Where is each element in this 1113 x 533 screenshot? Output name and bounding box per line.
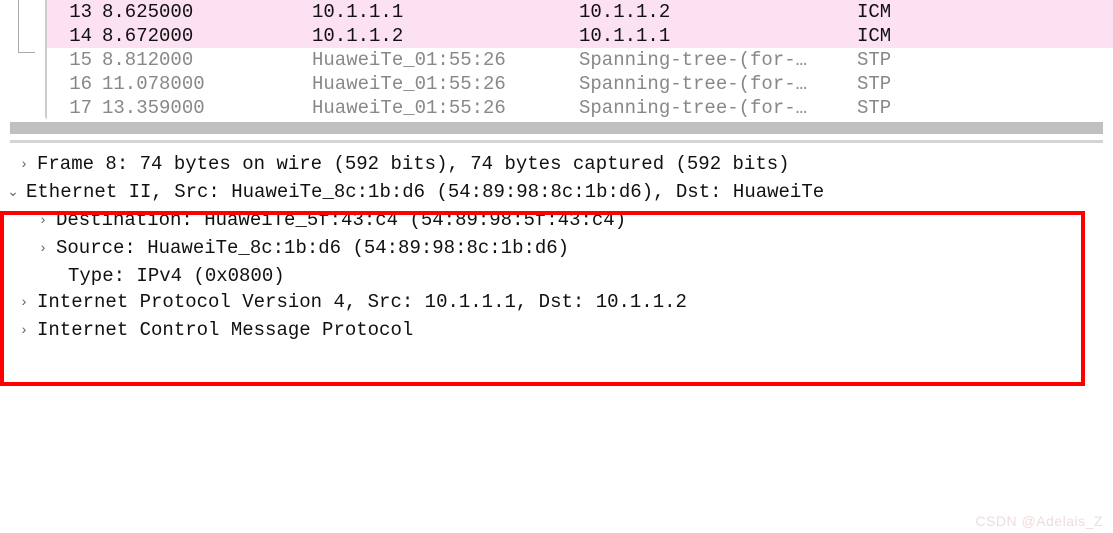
chevron-right-icon[interactable]: › [11,291,37,315]
chevron-down-icon[interactable]: ⌄ [0,181,26,205]
divider-bar-thin [10,140,1103,143]
col-time: 8.672000 [102,25,312,47]
icmp-text: Internet Control Message Protocol [37,319,1113,341]
chevron-right-icon[interactable]: › [30,237,56,261]
eth-dest-text: Destination: HuaweiTe_5f:43:c4 (54:89:98… [56,209,1113,231]
col-dest: Spanning-tree-(for-… [579,73,857,95]
col-time: 8.625000 [102,1,312,23]
packet-details-pane: › Frame 8: 74 bytes on wire (592 bits), … [0,151,1113,345]
col-time: 11.078000 [102,73,312,95]
col-proto: STP [857,73,907,95]
col-no: 15 [47,49,102,71]
chevron-right-icon[interactable]: › [30,209,56,233]
detail-eth-type[interactable]: Type: IPv4 (0x0800) [0,263,1113,289]
col-time: 13.359000 [102,97,312,119]
col-no: 14 [47,25,102,47]
col-no: 13 [47,1,102,23]
ethernet-text: Ethernet II, Src: HuaweiTe_8c:1b:d6 (54:… [26,181,1113,203]
detail-ipv4[interactable]: › Internet Protocol Version 4, Src: 10.1… [0,289,1113,317]
col-no: 16 [47,73,102,95]
col-no: 17 [47,97,102,119]
detail-eth-dest[interactable]: › Destination: HuaweiTe_5f:43:c4 (54:89:… [0,207,1113,235]
divider-section [0,122,1113,143]
detail-frame[interactable]: › Frame 8: 74 bytes on wire (592 bits), … [0,151,1113,179]
frame-text: Frame 8: 74 bytes on wire (592 bits), 74… [37,153,1113,175]
ipv4-text: Internet Protocol Version 4, Src: 10.1.1… [37,291,1113,313]
tree-corner-line [18,0,35,53]
packet-row[interactable]: 14 8.672000 10.1.1.2 10.1.1.1 ICM [47,24,1113,48]
chevron-right-icon[interactable]: › [11,319,37,343]
col-source: 10.1.1.2 [312,25,579,47]
watermark: CSDN @Adelais_Z [975,513,1103,529]
eth-type-text: Type: IPv4 (0x0800) [68,265,1113,287]
chevron-right-icon[interactable]: › [11,153,37,177]
detail-ethernet[interactable]: ⌄ Ethernet II, Src: HuaweiTe_8c:1b:d6 (5… [0,179,1113,207]
col-source: 10.1.1.1 [312,1,579,23]
col-source: HuaweiTe_01:55:26 [312,97,579,119]
col-proto: STP [857,49,907,71]
col-time: 8.812000 [102,49,312,71]
col-proto: ICM [857,1,907,23]
packet-row[interactable]: 13 8.625000 10.1.1.1 10.1.1.2 ICM [47,0,1113,24]
col-dest: 10.1.1.1 [579,25,857,47]
packet-row[interactable]: 17 13.359000 HuaweiTe_01:55:26 Spanning-… [47,96,1113,120]
col-source: HuaweiTe_01:55:26 [312,49,579,71]
col-dest: Spanning-tree-(for-… [579,97,857,119]
col-proto: ICM [857,25,907,47]
col-dest: Spanning-tree-(for-… [579,49,857,71]
detail-eth-src[interactable]: › Source: HuaweiTe_8c:1b:d6 (54:89:98:8c… [0,235,1113,263]
packet-row[interactable]: 15 8.812000 HuaweiTe_01:55:26 Spanning-t… [47,48,1113,72]
packet-list-pane: 13 8.625000 10.1.1.1 10.1.1.2 ICM 14 8.6… [0,0,1113,120]
packet-list[interactable]: 13 8.625000 10.1.1.1 10.1.1.2 ICM 14 8.6… [45,0,1113,120]
divider-bar[interactable] [10,122,1103,134]
col-dest: 10.1.1.2 [579,1,857,23]
packet-row[interactable]: 16 11.078000 HuaweiTe_01:55:26 Spanning-… [47,72,1113,96]
col-source: HuaweiTe_01:55:26 [312,73,579,95]
col-proto: STP [857,97,907,119]
detail-icmp[interactable]: › Internet Control Message Protocol [0,317,1113,345]
eth-src-text: Source: HuaweiTe_8c:1b:d6 (54:89:98:8c:1… [56,237,1113,259]
